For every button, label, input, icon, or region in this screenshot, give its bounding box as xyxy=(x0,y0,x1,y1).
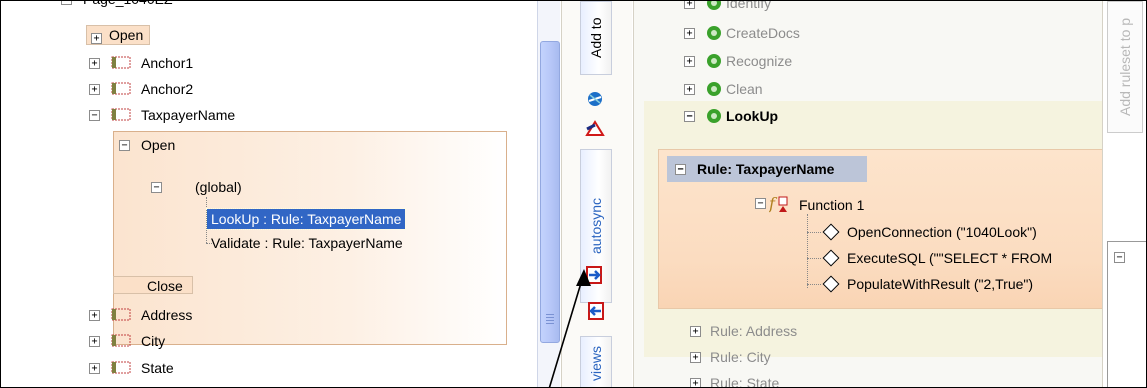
field-tag-icon xyxy=(111,361,131,374)
action-diamond-icon xyxy=(822,223,840,241)
traffic-light-icon xyxy=(706,53,722,69)
rule-state-label: Rule: State xyxy=(710,375,780,388)
action-diamond-icon xyxy=(822,275,840,293)
address-label: Address xyxy=(141,307,193,323)
clean-label: Clean xyxy=(726,81,763,97)
close-chip[interactable]: Close xyxy=(113,276,193,294)
grip-icon xyxy=(546,312,554,326)
expand-toggle[interactable]: + xyxy=(91,33,102,44)
flag-icon[interactable] xyxy=(585,119,605,139)
vertical-scrollbar[interactable] xyxy=(537,1,560,387)
collapse-toggle[interactable]: − xyxy=(684,111,695,122)
collapse-toggle[interactable]: − xyxy=(119,140,130,151)
action-item[interactable]: OpenConnection ("1040Look") xyxy=(847,221,1037,243)
expand-toggle[interactable]: + xyxy=(89,310,100,321)
expand-toggle[interactable]: + xyxy=(684,56,695,67)
far-right-box: − xyxy=(1107,241,1146,387)
state-label: State xyxy=(141,360,174,376)
recognize-label: Recognize xyxy=(726,53,793,69)
collapse-toggle[interactable]: − xyxy=(675,164,686,175)
tree-connector xyxy=(807,232,821,233)
field-tag-icon xyxy=(111,82,131,95)
anchor2-label: Anchor2 xyxy=(141,81,194,97)
traffic-light-icon xyxy=(706,25,722,41)
rule-taxpayername-box: − Rule: TaxpayerName − f Function 1 Open… xyxy=(658,149,1106,309)
field-tag-icon xyxy=(111,308,131,321)
open-chip[interactable]: + Open xyxy=(86,25,151,45)
global-label: (global) xyxy=(195,179,242,195)
expand-toggle[interactable]: + xyxy=(684,28,695,39)
sync-icon[interactable] xyxy=(585,89,605,109)
function-icon: f xyxy=(768,194,797,214)
expand-toggle[interactable]: − xyxy=(61,1,72,5)
collapse-toggle[interactable]: − xyxy=(89,110,100,121)
open-chip-label: Open xyxy=(109,27,144,43)
svg-text:f: f xyxy=(769,194,778,213)
identify-label: Identify xyxy=(726,0,772,11)
action-item[interactable]: ExecuteSQL (""SELECT * FROM xyxy=(847,247,1052,269)
page-label: Page_1040EZ xyxy=(83,1,173,9)
views-tab[interactable]: views xyxy=(580,336,612,387)
vertical-toolbar: Add to autosync views xyxy=(561,1,632,387)
add-to-label: Add to xyxy=(588,17,604,59)
createdocs-label: CreateDocs xyxy=(726,25,800,41)
close-chip-label: Close xyxy=(147,278,183,294)
expand-toggle[interactable]: + xyxy=(89,336,100,347)
selected-rule-lookup[interactable]: LookUp : Rule: TaxpayerName xyxy=(205,208,407,230)
action-diamond-icon xyxy=(822,249,840,267)
collapse-toggle[interactable]: − xyxy=(755,198,766,209)
expand-toggle[interactable]: + xyxy=(89,58,100,69)
scrollbar-thumb[interactable] xyxy=(540,41,560,343)
import-icon[interactable] xyxy=(585,265,605,285)
add-ruleset-label: Add ruleset to p xyxy=(1117,17,1133,117)
rules-panel: + Identify + CreateDocs + Recognize + Cl… xyxy=(633,0,1106,388)
collapse-toggle[interactable]: − xyxy=(1114,252,1125,263)
field-tag-icon xyxy=(111,56,131,69)
rule-title-bar[interactable]: − Rule: TaxpayerName xyxy=(667,156,867,182)
sub-open-label: Open xyxy=(141,137,176,153)
field-tag-icon xyxy=(111,334,131,347)
anchor1-label: Anchor1 xyxy=(141,55,194,71)
expand-toggle[interactable]: + xyxy=(89,363,100,374)
tree-connector xyxy=(807,284,821,285)
expand-toggle[interactable]: + xyxy=(684,1,695,9)
action-item[interactable]: PopulateWithResult ("2,True") xyxy=(847,273,1033,295)
add-ruleset-tab[interactable]: Add ruleset to p xyxy=(1107,1,1143,133)
taxpayername-label: TaxpayerName xyxy=(141,107,236,123)
function-label[interactable]: Function 1 xyxy=(799,194,864,216)
window-frame: − Page_1040EZ +Open + Anchor1 + Anchor2 … xyxy=(0,0,1147,388)
validate-label: Validate : Rule: TaxpayerName xyxy=(211,235,403,251)
field-tag-icon xyxy=(111,108,131,121)
expand-toggle[interactable]: + xyxy=(684,84,695,95)
traffic-light-icon xyxy=(706,1,722,11)
rule-title: Rule: TaxpayerName xyxy=(697,161,835,177)
traffic-light-icon xyxy=(706,108,722,124)
expand-toggle[interactable]: + xyxy=(89,84,100,95)
city-label: City xyxy=(141,333,166,349)
rule-address-label: Rule: Address xyxy=(710,323,798,339)
far-right-panel: Add ruleset to p − xyxy=(1102,1,1146,387)
lookup-label: LookUp xyxy=(726,108,779,124)
rule-city-label: Rule: City xyxy=(710,349,771,365)
expand-toggle[interactable]: + xyxy=(690,378,701,387)
tree-connector xyxy=(807,214,808,288)
tree-connector xyxy=(807,258,821,259)
export-icon[interactable] xyxy=(585,301,605,321)
views-label: views xyxy=(588,345,604,381)
expand-toggle[interactable]: + xyxy=(690,326,701,337)
collapse-toggle[interactable]: − xyxy=(151,182,162,193)
expand-toggle[interactable]: + xyxy=(690,352,701,363)
add-to-tab[interactable]: Add to xyxy=(580,1,612,75)
left-tree-panel: − Page_1040EZ +Open + Anchor1 + Anchor2 … xyxy=(1,1,537,387)
tree-item-validate[interactable]: Validate : Rule: TaxpayerName xyxy=(211,233,403,253)
traffic-light-icon xyxy=(706,81,722,97)
